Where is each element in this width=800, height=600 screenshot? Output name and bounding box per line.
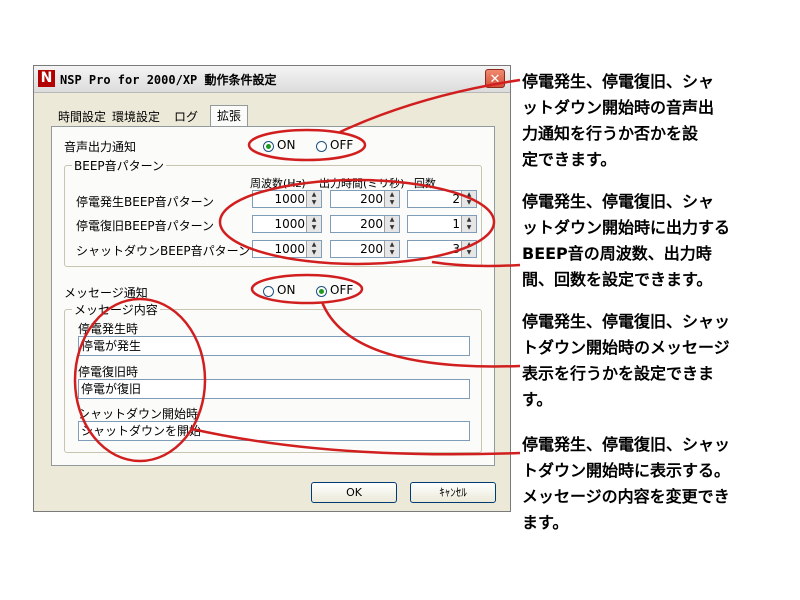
annotation-line: 表示を行うかを設定できま <box>522 364 715 383</box>
annotation-message-content: 停電発生、停電復旧、シャッ トダウン開始時に表示する。 メッセージの内容を変更で… <box>522 432 792 536</box>
annotation-line: 停電発生、停電復旧、シャ <box>522 72 715 91</box>
annotation-line: 停電発生、停電復旧、シャッ <box>522 435 731 454</box>
message-notify-highlight-oval <box>250 273 364 305</box>
annotation-line: ます。 <box>522 513 569 532</box>
voice-highlight-oval <box>247 128 367 162</box>
annotation-line: 停電発生、停電復旧、シャ <box>522 192 715 211</box>
message-content-leader-line <box>191 427 521 456</box>
annotation-line: ットダウン開始時の音声出 <box>522 98 715 117</box>
message-content-highlight-oval <box>73 297 207 463</box>
annotation-line: 力通知を行うか否かを設 <box>522 124 699 143</box>
annotation-line: トダウン開始時に表示する。 <box>522 461 731 480</box>
voice-leader-line <box>339 78 521 134</box>
beep-highlight-oval <box>218 178 496 266</box>
annotation-line: す。 <box>522 390 553 409</box>
annotation-beep: 停電発生、停電復旧、シャ ットダウン開始時に出力する BEEP音の周波数、出力時… <box>522 189 792 293</box>
annotation-line: ットダウン開始時に出力する <box>522 218 731 237</box>
annotation-voice: 停電発生、停電復旧、シャ ットダウン開始時の音声出 力通知を行うか否かを設 定で… <box>522 69 792 173</box>
annotation-line: 停電発生、停電復旧、シャッ <box>522 312 731 331</box>
beep-leader-line <box>431 260 521 268</box>
annotation-message-notify: 停電発生、停電復旧、シャッ トダウン開始時のメッセージ 表示を行うかを設定できま… <box>522 309 792 413</box>
annotation-line: BEEP音の周波数、出力時 <box>522 244 712 263</box>
annotation-line: トダウン開始時のメッセージ <box>522 338 730 357</box>
annotation-line: 定できます。 <box>522 150 617 169</box>
annotation-line: メッセージの内容を変更でき <box>522 487 730 506</box>
annotation-line: 間、回数を設定できます。 <box>522 270 713 289</box>
message-notify-leader-line <box>320 301 521 368</box>
